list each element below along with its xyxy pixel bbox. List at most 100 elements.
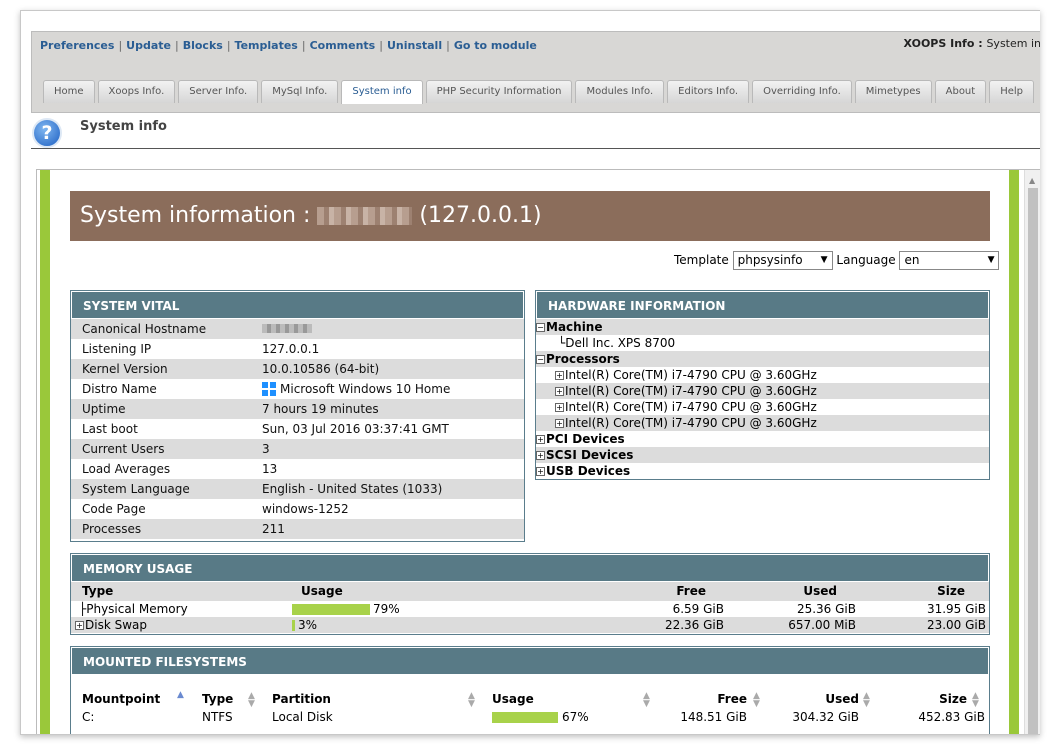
page-title: System info	[80, 119, 167, 134]
memory-panel: MEMORY USAGE Type Usage Free Used Size ├…	[70, 553, 990, 635]
sort-usage[interactable]: Usage	[492, 690, 534, 708]
hostname-redacted	[317, 207, 413, 225]
left-border	[40, 170, 50, 734]
table-row: Last boot Sun, 03 Jul 2016 03:37:41 GMT	[71, 419, 524, 439]
comments-link[interactable]: Comments	[310, 39, 376, 52]
uninstall-link[interactable]: Uninstall	[387, 39, 442, 52]
language-select[interactable]: en ▼	[899, 251, 1000, 270]
expand-icon: +	[555, 387, 564, 396]
expand-icon: +	[555, 371, 564, 380]
scrollbar-thumb[interactable]	[1028, 188, 1038, 734]
table-row: Kernel Version 10.0.10586 (64-bit)	[71, 359, 524, 379]
tab-editors-info[interactable]: Editors Info.	[667, 80, 750, 103]
page-header: ? System info	[31, 113, 1040, 149]
sort-mountpoint[interactable]: Mountpoint	[82, 690, 160, 708]
sort-partition[interactable]: Partition	[272, 690, 331, 708]
system-vital-panel: SYSTEM VITAL Canonical Hostname Listenin…	[70, 290, 525, 542]
chevron-down-icon: ▼	[987, 255, 995, 265]
tree-cpu[interactable]: + Intel(R) Core(TM) i7-4790 CPU @ 3.60GHz	[536, 367, 989, 383]
admin-links: Preferences | Update | Blocks | Templates | Comm…	[40, 39, 537, 52]
tab-mimetypes[interactable]: Mimetypes	[854, 80, 932, 103]
sort-used[interactable]: Used	[825, 690, 859, 708]
sort-type[interactable]: Type	[202, 690, 233, 708]
tab-home[interactable]: Home	[43, 80, 95, 103]
tab-xoops-info[interactable]: Xoops Info.	[97, 80, 176, 103]
hostname-redacted	[262, 324, 312, 333]
tab-overriding-info[interactable]: Overriding Info.	[752, 80, 852, 103]
expand-icon: +	[536, 467, 545, 476]
scroll-up-icon[interactable]: ▲	[1029, 176, 1035, 185]
template-select[interactable]: phpsysinfo ▼	[732, 251, 833, 270]
help-icon[interactable]: ?	[32, 118, 62, 148]
sort-size[interactable]: Size	[939, 690, 967, 708]
tab-help[interactable]: Help	[989, 80, 1035, 103]
table-row: Listening IP 127.0.0.1	[71, 339, 524, 359]
table-row: Load Averages 13	[71, 459, 524, 479]
system-vital-table: Canonical Hostname Listening IP 127.0.0.1…	[71, 319, 524, 539]
windows-logo-icon	[262, 382, 276, 397]
collapse-icon: −	[536, 323, 545, 332]
table-row: Distro Name Microsoft Windows 10 Home	[71, 379, 524, 399]
table-row: Uptime 7 hours 19 minutes	[71, 399, 524, 419]
sort-icon: ▲ ▼	[863, 691, 870, 709]
system-info-banner: System information : (127.0.0.1)	[70, 191, 990, 241]
tree-machine-name: └Dell Inc. XPS 8700	[558, 336, 676, 350]
tab-server-info[interactable]: Server Info.	[178, 80, 259, 103]
tree-pci[interactable]: + PCI Devices	[536, 431, 989, 447]
table-row: Current Users 3	[71, 439, 524, 459]
expand-icon: +	[555, 419, 564, 428]
filesystems-header-row: Mountpoint ▲ Type ▲ ▼ Partition ▲ ▼ Usage ▲ ▼ F…	[71, 690, 989, 709]
module-header: Preferences | Update | Blocks | Templates | Comm…	[31, 31, 1040, 113]
expand-icon: +	[555, 403, 564, 412]
templates-link[interactable]: Templates	[235, 39, 298, 52]
go-to-module-link[interactable]: Go to module	[454, 39, 537, 52]
tree-cpu[interactable]: + Intel(R) Core(TM) i7-4790 CPU @ 3.60GHz	[536, 399, 989, 415]
hardware-title: HARDWARE INFORMATION	[536, 291, 989, 319]
collapse-icon: −	[536, 355, 545, 364]
scrollbar[interactable]: ▲	[1024, 170, 1040, 734]
right-border	[1009, 170, 1019, 734]
tree-processors[interactable]: − Processors	[536, 351, 989, 367]
chevron-down-icon: ▼	[820, 255, 828, 265]
sort-icon: ▲ ▼	[972, 691, 979, 709]
sort-free[interactable]: Free	[717, 690, 747, 708]
template-controls: Template phpsysinfo ▼ Language en ▼	[674, 251, 1000, 270]
tab-modules-info[interactable]: Modules Info.	[575, 80, 665, 103]
sort-icon: ▲ ▼	[753, 691, 760, 709]
filesystem-row: C: NTFS Local Disk 67% 148.51 GiB 304.32…	[82, 710, 985, 724]
sort-asc-icon: ▲	[177, 690, 184, 700]
blocks-link[interactable]: Blocks	[183, 39, 223, 52]
usage-bar	[292, 604, 370, 615]
filesystems-table: Mountpoint ▲ Type ▲ ▼ Partition ▲ ▼ Usage ▲ ▼ F…	[71, 690, 989, 726]
tab-system-info[interactable]: System info	[341, 80, 423, 104]
table-row: System Language English - United States (…	[71, 479, 524, 499]
tree-cpu[interactable]: + Intel(R) Core(TM) i7-4790 CPU @ 3.60GHz	[536, 415, 989, 431]
table-row: Processes 211	[71, 519, 524, 539]
tree-machine[interactable]: − Machine	[536, 319, 989, 335]
tree-usb[interactable]: + USB Devices	[536, 463, 989, 479]
preferences-link[interactable]: Preferences	[40, 39, 114, 52]
system-vital-title: SYSTEM VITAL	[71, 291, 524, 319]
expand-icon: +	[536, 435, 545, 444]
tree-cpu[interactable]: + Intel(R) Core(TM) i7-4790 CPU @ 3.60GHz	[536, 383, 989, 399]
sort-icon: ▲ ▼	[643, 691, 650, 709]
table-row: Code Page windows-1252	[71, 499, 524, 519]
sort-icon: ▲ ▼	[248, 691, 255, 709]
sort-icon: ▲ ▼	[468, 691, 475, 709]
update-link[interactable]: Update	[126, 39, 171, 52]
memory-row[interactable]: + Disk Swap 3% 22.36 GiB 657.00 MiB 23.00…	[71, 617, 989, 633]
tab-about[interactable]: About	[934, 80, 987, 103]
module-title: XOOPS Info : System in	[903, 37, 1041, 50]
tab-mysql-info[interactable]: MySql Info.	[261, 80, 339, 103]
tree-scsi[interactable]: + SCSI Devices	[536, 447, 989, 463]
expand-icon: +	[536, 451, 545, 460]
tab-bar: Home Xoops Info. Server Info. MySql Info…	[43, 80, 1037, 104]
filesystems-panel: MOUNTED FILESYSTEMS Mountpoint ▲ Type ▲ ▼ P…	[70, 646, 990, 734]
memory-title: MEMORY USAGE	[71, 554, 989, 582]
memory-row: ├Physical Memory 79% 6.59 GiB 25.36 GiB …	[79, 602, 986, 616]
usage-bar	[292, 620, 295, 631]
hardware-panel: HARDWARE INFORMATION − Machine └Dell Inc.…	[535, 290, 990, 480]
memory-header-row: Type Usage Free Used Size	[71, 582, 989, 601]
tab-php-security[interactable]: PHP Security Information	[425, 80, 573, 103]
expand-icon: +	[75, 621, 84, 630]
